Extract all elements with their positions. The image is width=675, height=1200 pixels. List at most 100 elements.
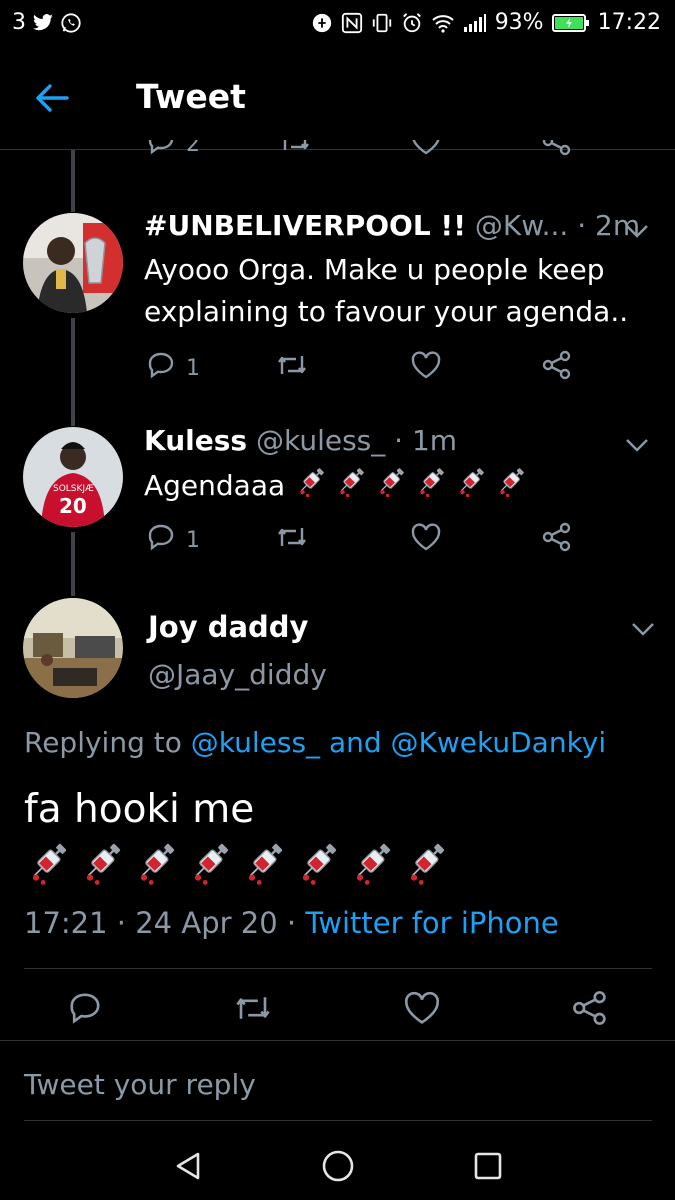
reply-count: 2 bbox=[186, 140, 200, 157]
user-handle[interactable]: @Kw... bbox=[475, 209, 568, 242]
heart-icon bbox=[410, 350, 442, 386]
battery-charging-icon bbox=[551, 13, 590, 33]
syringe-emoji-icon bbox=[454, 464, 488, 510]
mention-link[interactable]: @KwekuDankyi bbox=[391, 726, 607, 759]
retweet-button[interactable] bbox=[275, 350, 309, 386]
partial-tweet-actions: 2 bbox=[0, 140, 675, 170]
avatar[interactable] bbox=[23, 213, 123, 313]
user-handle[interactable]: @Jaay_diddy bbox=[148, 658, 327, 691]
like-button[interactable] bbox=[410, 140, 442, 162]
divider bbox=[24, 968, 652, 969]
reply-button[interactable] bbox=[66, 990, 104, 1032]
separator: · bbox=[277, 906, 306, 940]
share-icon bbox=[570, 990, 610, 1032]
svg-text:SOLSKJÆ: SOLSKJÆ bbox=[53, 484, 94, 494]
share-button[interactable] bbox=[541, 140, 573, 162]
syringe-emoji-icon bbox=[374, 464, 408, 510]
reply-input[interactable]: Tweet your reply bbox=[24, 1068, 256, 1101]
reply-button[interactable]: 1 bbox=[146, 350, 200, 386]
syringe-emoji-icon bbox=[334, 464, 368, 510]
retweet-button[interactable] bbox=[275, 522, 309, 558]
chevron-down-icon[interactable] bbox=[628, 614, 658, 644]
separator: · bbox=[385, 424, 412, 457]
syringe-emoji-icon bbox=[132, 838, 180, 902]
tweet-time: 1m bbox=[411, 424, 458, 457]
like-button[interactable] bbox=[402, 990, 442, 1032]
top-bar: Tweet bbox=[0, 46, 675, 150]
like-button[interactable] bbox=[410, 350, 442, 386]
share-button[interactable] bbox=[541, 522, 573, 558]
reply-icon bbox=[146, 140, 176, 162]
syringe-emoji-row bbox=[24, 838, 450, 902]
mention-link[interactable]: @kuless_ bbox=[191, 726, 320, 759]
syringe-emoji-icon bbox=[414, 464, 448, 510]
syringe-emoji-icon bbox=[402, 838, 450, 902]
share-button[interactable] bbox=[570, 990, 610, 1032]
avatar[interactable]: SOLSKJÆ 20 bbox=[23, 427, 123, 527]
signal-icon bbox=[463, 13, 487, 33]
vibrate-icon bbox=[371, 12, 393, 34]
separator: · bbox=[107, 906, 136, 940]
syringe-emoji-row bbox=[294, 464, 528, 510]
main-tweet-actions bbox=[0, 990, 675, 1040]
retweet-icon bbox=[232, 990, 274, 1032]
retweet-icon bbox=[278, 140, 312, 162]
twitter-icon bbox=[32, 13, 54, 32]
heart-icon bbox=[402, 990, 442, 1032]
share-icon bbox=[541, 140, 573, 162]
tweet-text: Agendaaa bbox=[144, 464, 654, 510]
tweet-text-line: explaining to favour your agenda.. bbox=[144, 295, 629, 328]
tweet-text: Ayooo Orga. Make u people keep explainin… bbox=[144, 249, 654, 333]
replying-prefix: Replying to bbox=[24, 726, 191, 759]
share-button[interactable] bbox=[541, 350, 573, 386]
share-icon bbox=[541, 350, 573, 386]
display-name[interactable]: Kuless bbox=[144, 424, 247, 457]
reply-icon bbox=[146, 522, 176, 558]
replying-and[interactable]: and bbox=[320, 726, 390, 759]
reply-button[interactable]: 1 bbox=[146, 522, 200, 558]
tweet-text-line: Ayooo Orga. Make u people keep bbox=[144, 253, 605, 286]
notification-count: 3 bbox=[12, 10, 26, 35]
nav-home-icon[interactable] bbox=[318, 1146, 358, 1186]
retweet-button[interactable] bbox=[278, 140, 312, 162]
tweet-header: #UNBELIVERPOOL !! @Kw... · 2m bbox=[144, 209, 640, 242]
syringe-emoji-icon bbox=[294, 838, 342, 902]
svg-text:20: 20 bbox=[59, 494, 87, 518]
display-name[interactable]: #UNBELIVERPOOL !! bbox=[144, 209, 466, 242]
tweet-meta: 17:21 · 24 Apr 20 · Twitter for iPhone bbox=[24, 906, 559, 940]
nav-bar bbox=[0, 1124, 675, 1200]
tweet-header: Kuless @kuless_ · 1m bbox=[144, 424, 457, 457]
nav-back-icon[interactable] bbox=[168, 1146, 208, 1186]
chevron-down-icon[interactable] bbox=[622, 216, 652, 246]
client-link[interactable]: Twitter for iPhone bbox=[305, 906, 558, 940]
chevron-down-icon[interactable] bbox=[622, 430, 652, 460]
clock: 17:22 bbox=[597, 10, 661, 35]
syringe-emoji-icon bbox=[294, 464, 328, 510]
like-button[interactable] bbox=[410, 522, 442, 558]
wifi-icon bbox=[431, 13, 455, 33]
retweet-button[interactable] bbox=[232, 990, 274, 1032]
back-arrow-icon[interactable] bbox=[30, 76, 74, 120]
user-handle[interactable]: @kuless_ bbox=[256, 424, 385, 457]
avatar[interactable] bbox=[23, 598, 123, 698]
display-name[interactable]: Joy daddy bbox=[148, 610, 308, 644]
nav-recents-icon[interactable] bbox=[468, 1146, 508, 1186]
reply-icon bbox=[146, 350, 176, 386]
alarm-icon bbox=[401, 12, 423, 34]
page-title: Tweet bbox=[136, 77, 246, 116]
syringe-emoji-icon bbox=[78, 838, 126, 902]
syringe-emoji-icon bbox=[494, 464, 528, 510]
reply-button[interactable]: 2 bbox=[146, 140, 200, 162]
tweet-text-body: fa hooki me bbox=[24, 787, 255, 832]
syringe-emoji-icon bbox=[186, 838, 234, 902]
retweet-icon bbox=[275, 522, 309, 558]
heart-icon bbox=[410, 522, 442, 558]
battery-percent: 93% bbox=[494, 10, 544, 35]
reply-count: 1 bbox=[186, 355, 200, 381]
reply-count: 1 bbox=[186, 527, 200, 553]
replying-to: Replying to @kuless_ and @KwekuDankyi bbox=[24, 726, 606, 759]
status-bar: 3 93% 17:22 bbox=[0, 0, 675, 46]
data-saver-icon bbox=[311, 12, 333, 34]
syringe-emoji-icon bbox=[240, 838, 288, 902]
tweet-time: 17:21 bbox=[24, 906, 108, 940]
